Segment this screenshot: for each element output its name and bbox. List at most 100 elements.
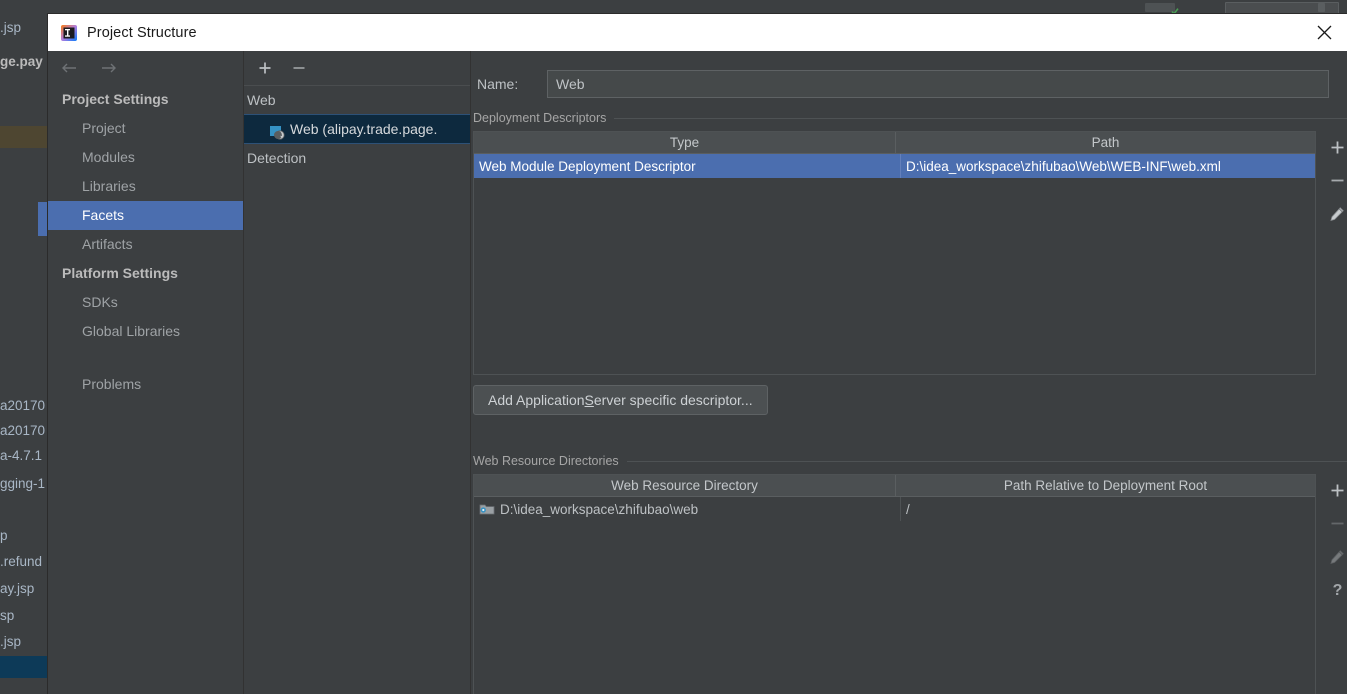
close-icon	[1317, 25, 1331, 40]
background-text-line: gging-1	[0, 476, 46, 491]
edit-web-resource-icon	[1330, 549, 1344, 564]
add-descriptor-label-before: Add Application	[488, 392, 585, 408]
sidebar-divider	[48, 346, 243, 370]
edit-web-resource-button[interactable]	[1322, 540, 1347, 573]
edit-descriptor-icon	[1330, 206, 1344, 221]
add-facet-button[interactable]	[254, 57, 276, 79]
close-button[interactable]	[1301, 14, 1347, 51]
svg-text:?: ?	[1332, 582, 1342, 599]
cell-path: D:\idea_workspace\zhifubao\Web\WEB-INF\w…	[900, 154, 1315, 178]
sidebar-item-sdks[interactable]: SDKs	[48, 288, 243, 317]
web-resource-directories-rows: D:\idea_workspace\zhifubao\web /	[474, 497, 1315, 521]
plus-icon	[259, 62, 271, 74]
sidebar-item-artifacts[interactable]: Artifacts	[48, 230, 243, 259]
background-project-panel: .jsp ge.pay a20170 a20170 a-4.7.1 gging-1 p .re…	[0, 16, 48, 694]
remove-web-resource-icon	[1331, 522, 1343, 525]
background-text-line: p	[0, 528, 8, 543]
background-text-line: ay.jsp	[0, 581, 35, 596]
dialog-titlebar: Project Structure	[48, 14, 1347, 51]
minus-icon	[293, 67, 305, 69]
add-descriptor-label-after: erver specific descriptor...	[593, 392, 753, 408]
arrow-left-icon	[62, 63, 76, 73]
add-web-resource-button[interactable]	[1322, 474, 1347, 507]
background-text-line: ge.pay	[0, 54, 43, 69]
sidebar-item-problems[interactable]: Problems	[48, 370, 243, 399]
sidebar-group-project-settings: Project Settings	[62, 91, 169, 107]
sidebar-nav-toolbar	[48, 51, 243, 85]
web-facet-icon	[269, 121, 285, 140]
background-text-line: .jsp	[0, 634, 22, 649]
add-descriptor-button[interactable]	[1322, 131, 1347, 164]
background-run-check-icon	[1171, 3, 1179, 16]
tree-item-web[interactable]: Web	[244, 86, 470, 114]
deployment-descriptors-title: Deployment Descriptors	[473, 111, 1347, 125]
sidebar-item-project[interactable]: Project	[48, 114, 243, 143]
sidebar-list: Project Settings Project Modules Libraries F…	[48, 85, 243, 399]
sidebar-item-libraries[interactable]: Libraries	[48, 172, 243, 201]
column-header-path-relative[interactable]: Path Relative to Deployment Root	[895, 475, 1315, 496]
sidebar-item-global-libraries[interactable]: Global Libraries	[48, 317, 243, 346]
web-resource-directories-table[interactable]: Web Resource Directory Path Relative to …	[473, 474, 1316, 694]
tree-item-label: Web (alipay.trade.page.	[290, 121, 438, 137]
background-text-line: sp	[0, 608, 15, 623]
table-row[interactable]: Web Module Deployment Descriptor D:\idea_…	[474, 154, 1315, 178]
facets-tree-toolbar	[244, 51, 470, 86]
sidebar-item-modules[interactable]: Modules	[48, 143, 243, 172]
forward-button[interactable]	[98, 57, 120, 79]
add-application-server-descriptor-button[interactable]: Add Application Server specific descript…	[473, 385, 768, 415]
remove-facet-button[interactable]	[288, 57, 310, 79]
facets-tree-panel: Web Web (alipay.trade.page. Detection	[244, 51, 471, 694]
intellij-idea-icon	[61, 24, 77, 41]
deployment-descriptors-rows: Web Module Deployment Descriptor D:\idea_…	[474, 154, 1315, 178]
facet-name-row: Name:	[471, 69, 1347, 99]
background-highlight-amber	[0, 126, 48, 148]
cell-directory-label: D:\idea_workspace\zhifubao\web	[500, 501, 699, 517]
help-button[interactable]: ?	[1322, 573, 1347, 606]
tree-item-label: Detection	[247, 150, 307, 166]
edit-descriptor-button[interactable]	[1322, 197, 1347, 230]
tree-item-web-alipay-trade-page[interactable]: Web (alipay.trade.page.	[244, 114, 470, 144]
remove-descriptor-icon	[1331, 179, 1343, 182]
help-icon: ?	[1332, 582, 1342, 599]
background-text-line: .jsp	[0, 20, 22, 35]
dialog-title: Project Structure	[87, 24, 197, 41]
column-header-type[interactable]: Type	[474, 132, 895, 153]
facet-name-label: Name:	[477, 76, 519, 92]
folder-icon	[479, 501, 495, 517]
column-header-path[interactable]: Path	[895, 132, 1315, 153]
section-rule	[614, 117, 1347, 119]
dialog-body: Project Settings Project Modules Libraries F…	[48, 51, 1347, 694]
sidebar-item-facets[interactable]: Facets	[48, 201, 243, 230]
deployment-descriptors-header: Type Path	[474, 132, 1315, 154]
tree-item-detection[interactable]: Detection	[244, 144, 470, 172]
background-text-line: a20170	[0, 423, 46, 438]
table-row[interactable]: D:\idea_workspace\zhifubao\web /	[474, 497, 1315, 521]
section-rule	[626, 460, 1347, 462]
background-text-line: a20170	[0, 398, 46, 413]
web-resource-directories-label: Web Resource Directories	[473, 454, 619, 468]
arrow-right-icon	[102, 63, 116, 73]
deployment-descriptors-toolbar	[1320, 131, 1347, 230]
facets-tree: Web Web (alipay.trade.page. Detection	[244, 86, 470, 172]
deployment-descriptors-label: Deployment Descriptors	[473, 111, 607, 125]
facet-name-input[interactable]	[547, 70, 1329, 98]
remove-descriptor-button[interactable]	[1322, 164, 1347, 197]
web-resource-directories-title: Web Resource Directories	[473, 454, 1347, 468]
web-resource-directories-toolbar: ?	[1320, 474, 1347, 606]
background-window-chip	[1318, 3, 1325, 12]
facet-details-panel: Name: Deployment Descriptors Type Path W…	[471, 51, 1347, 694]
add-descriptor-icon	[1331, 141, 1343, 154]
web-resource-directories-header: Web Resource Directory Path Relative to …	[474, 475, 1315, 497]
column-header-web-resource-directory[interactable]: Web Resource Directory	[474, 475, 895, 496]
background-highlight-blue	[0, 656, 48, 678]
tree-item-label: Web	[247, 92, 276, 108]
background-text-line: a-4.7.1	[0, 448, 43, 463]
back-button[interactable]	[58, 57, 80, 79]
background-text-line: .refund	[0, 554, 43, 569]
cell-web-resource-directory: D:\idea_workspace\zhifubao\web	[474, 497, 900, 521]
deployment-descriptors-table[interactable]: Type Path Web Module Deployment Descript…	[473, 131, 1316, 375]
project-structure-dialog: Project Structure Project Settings Proje…	[48, 14, 1347, 694]
sidebar-group-platform-settings: Platform Settings	[62, 265, 178, 281]
remove-web-resource-button[interactable]	[1322, 507, 1347, 540]
cell-relative-path: /	[900, 497, 1315, 521]
